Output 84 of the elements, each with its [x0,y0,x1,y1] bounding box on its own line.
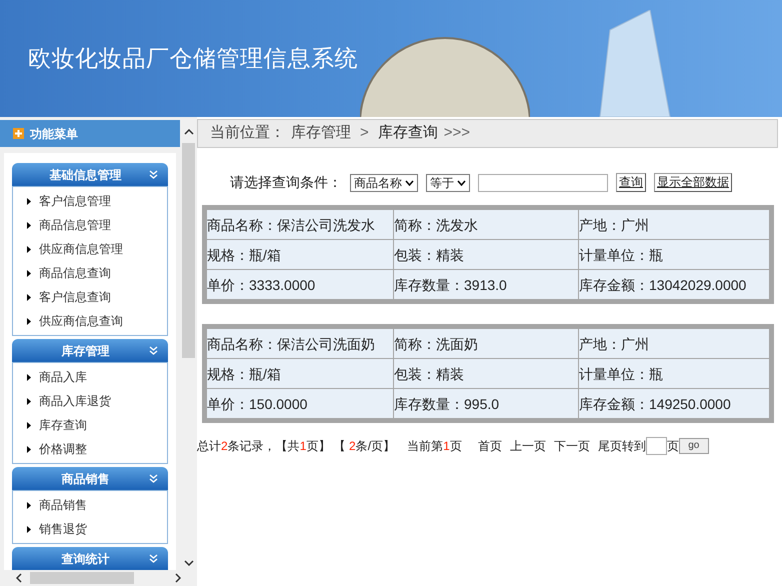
breadcrumb-label: 当前位置： [210,123,285,144]
triangle-bullet-icon [27,318,31,324]
breadcrumb-current: 库存查询 [378,123,438,144]
go-button[interactable]: go [678,438,709,454]
menu-item[interactable]: 供应商信息查询 [13,309,167,333]
page-link[interactable]: 下一页 [554,437,590,455]
table-cell: 规格：瓶/箱 [207,240,393,269]
triangle-bullet-icon [27,294,31,300]
query-label: 请选择查询条件： [230,173,342,192]
scroll-left-icon[interactable] [16,573,22,583]
table-cell: 简称：洗发水 [394,210,578,239]
table-cell: 计量单位：瓶 [579,240,769,269]
page-link[interactable]: 首页 [478,437,502,455]
chevron-icon [149,170,158,179]
table-cell: 计量单位：瓶 [579,359,769,388]
page-suffix: 页 [666,438,679,455]
menu-item[interactable]: 库存查询 [13,413,167,437]
table-cell: 库存数量：3913.0 [394,270,578,299]
menu-item[interactable]: 价格调整 [13,437,167,461]
system-title: 欧妆化妆品厂仓储管理信息系统 [28,44,358,74]
scroll-up-icon[interactable] [184,129,194,135]
triangle-bullet-icon [27,422,31,428]
scroll-right-icon[interactable] [175,573,181,583]
triangle-bullet-icon [27,222,31,228]
menu-title: 功能菜单 [30,126,78,142]
group-title: 商品销售 [60,470,110,488]
table-cell: 单价：3333.0000 [207,270,393,299]
current-page: 当前第1页 [407,438,462,455]
chevron-icon [149,554,158,563]
chevron-icon [149,346,158,355]
menu-item[interactable]: 销售退货 [13,517,167,541]
triangle-bullet-icon [27,502,31,508]
menu-group-header[interactable]: 查询统计 [12,547,168,570]
page-input[interactable] [646,437,667,455]
menu-item[interactable]: 客户信息管理 [13,189,167,213]
menu-item[interactable]: 商品信息管理 [13,213,167,237]
triangle-bullet-icon [27,526,31,532]
triangle-bullet-icon [27,270,31,276]
table-cell: 商品名称：保洁公司洗发水 [207,210,393,239]
table-cell: 产地：广州 [579,329,769,358]
field-select[interactable]: 商品名称 [350,174,418,192]
query-button[interactable]: 查询 [616,173,646,192]
operator-select[interactable]: 等于 [426,174,470,192]
menu-group-header[interactable]: 库存管理 [12,339,168,362]
group-title: 查询统计 [60,550,110,568]
breadcrumb-separator: > [359,123,370,144]
goto-label: 转到 [622,438,646,455]
chevron-icon [149,474,158,483]
dropdown-caret-icon [405,180,414,186]
menu-item[interactable]: 商品信息查询 [13,261,167,285]
dropdown-caret-icon [457,180,466,186]
triangle-bullet-icon [27,446,31,452]
triangle-bullet-icon [27,198,31,204]
table-cell: 单价：150.0000 [207,389,393,418]
table-cell: 库存数量：995.0 [394,389,578,418]
menu-item[interactable]: 商品入库退货 [13,389,167,413]
breadcrumb-link[interactable]: 库存管理 [291,122,351,145]
menu-item[interactable]: 商品销售 [13,493,167,517]
query-input[interactable] [478,174,608,192]
table-cell: 库存金额：13042029.0000 [579,270,769,299]
menu-item[interactable]: 供应商信息管理 [13,237,167,261]
menu-item[interactable]: 客户信息查询 [13,285,167,309]
triangle-bullet-icon [27,246,31,252]
triangle-bullet-icon [27,398,31,404]
table-cell: 规格：瓶/箱 [207,359,393,388]
table-cell: 库存金额：149250.0000 [579,389,769,418]
table-cell: 简称：洗面奶 [394,329,578,358]
table-cell: 包装：精装 [394,359,578,388]
record-summary: 总计2条记录，【共1页】 【 2条/页】 [197,438,396,455]
page-link[interactable]: 尾页 [598,437,622,455]
table-cell: 产地：广州 [579,210,769,239]
triangle-bullet-icon [27,374,31,380]
table-cell: 商品名称：保洁公司洗面奶 [207,329,393,358]
menu-group-header[interactable]: 基础信息管理 [12,163,168,186]
table-cell: 包装：精装 [394,240,578,269]
query-button[interactable]: 显示全部数据 [654,173,732,192]
scroll-down-icon[interactable] [184,560,194,566]
group-title: 基础信息管理 [48,166,122,184]
breadcrumb-trail: >>> [444,123,470,144]
group-title: 库存管理 [60,342,110,360]
plus-icon [13,128,24,139]
menu-group-header[interactable]: 商品销售 [12,467,168,490]
menu-item[interactable]: 商品入库 [13,365,167,389]
page-link[interactable]: 上一页 [510,437,546,455]
